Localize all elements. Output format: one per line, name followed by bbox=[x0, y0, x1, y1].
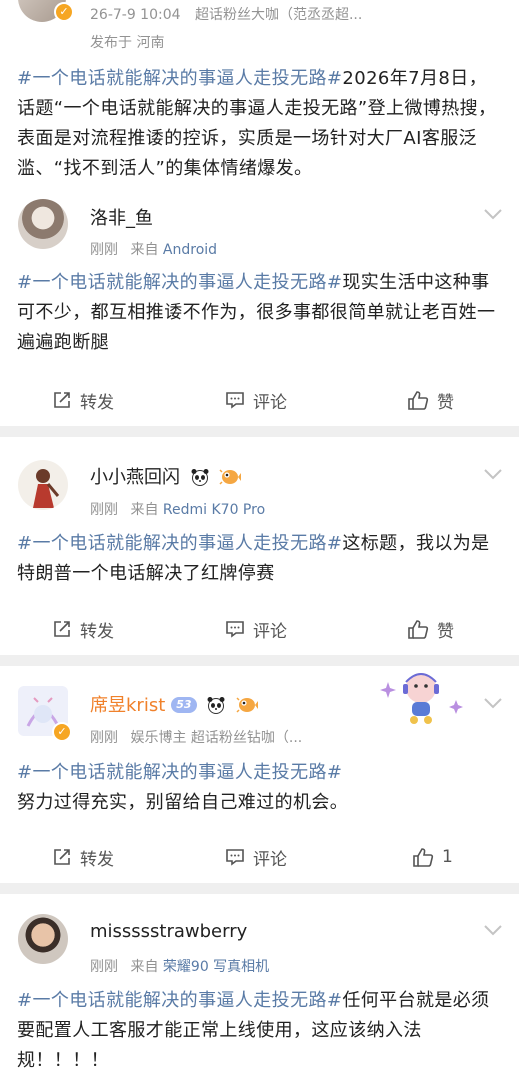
comment-body: #一个电话就能解决的事逼人走投无路#任何平台就是必须要配置人工客服才能正常上线使… bbox=[17, 986, 505, 1076]
comment-source[interactable]: 荣耀90 写真相机 bbox=[163, 959, 269, 975]
like-count: 1 bbox=[442, 847, 453, 867]
level-badge: 53 bbox=[171, 697, 197, 713]
decoration-sticker bbox=[376, 664, 466, 726]
like-label: 赞 bbox=[437, 392, 454, 413]
comment-time: 刚刚 bbox=[90, 502, 118, 518]
comment-body: #一个电话就能解决的事逼人走投无路# 努力过得充实，别留给自己难过的机会。 bbox=[17, 758, 505, 818]
repost-button[interactable]: 转发 bbox=[52, 606, 114, 652]
comment-author-name[interactable]: 洛非_鱼 bbox=[90, 204, 153, 230]
avatar[interactable] bbox=[18, 914, 68, 964]
verified-badge-icon: ✓ bbox=[52, 722, 72, 742]
comment-label: 评论 bbox=[253, 849, 287, 870]
avatar[interactable] bbox=[18, 199, 68, 249]
comment-hashtag[interactable]: #一个电话就能解决的事逼人走投无路# bbox=[17, 533, 342, 554]
like-icon bbox=[408, 391, 429, 410]
chevron-down-icon[interactable] bbox=[483, 468, 503, 482]
post-timestamp: 26-7-9 10:04 bbox=[90, 7, 181, 23]
chevron-down-icon[interactable] bbox=[483, 697, 503, 711]
comment-button[interactable]: 评论 bbox=[225, 606, 287, 652]
like-button[interactable]: 1 bbox=[412, 834, 453, 880]
pufferfish-emoji-icon bbox=[236, 696, 259, 719]
repost-button[interactable]: 转发 bbox=[52, 377, 114, 423]
author-name-text: 小小燕回闪 bbox=[90, 467, 180, 488]
comment-label: 评论 bbox=[253, 621, 287, 642]
post-meta-line: 26-7-9 10:04 超话粉丝大咖（范丞丞超... bbox=[90, 4, 362, 24]
comment-label: 评论 bbox=[253, 392, 287, 413]
comment-icon bbox=[226, 621, 244, 638]
comment-body: #一个电话就能解决的事逼人走投无路#现实生活中这种事可不少，都互相推诿不作为，很… bbox=[17, 268, 505, 358]
repost-label: 转发 bbox=[80, 392, 114, 413]
panda-emoji-icon bbox=[206, 696, 226, 719]
comment-time: 刚刚 bbox=[90, 959, 118, 975]
verified-badge-icon: ✓ bbox=[54, 2, 74, 22]
separator bbox=[0, 426, 519, 437]
repost-icon bbox=[54, 392, 70, 408]
comment-tags: 娱乐博主 超话粉丝钻咖（... bbox=[130, 730, 303, 746]
avatar[interactable] bbox=[18, 460, 68, 510]
separator bbox=[0, 883, 519, 894]
source-prefix: 来自 bbox=[130, 502, 159, 518]
comment-time: 刚刚 bbox=[90, 730, 118, 746]
like-button[interactable]: 赞 bbox=[407, 606, 454, 652]
post-group[interactable]: 超话粉丝大咖（范丞丞超... bbox=[195, 7, 362, 23]
comment-meta: 刚刚 来自 Android bbox=[90, 239, 217, 259]
like-button[interactable]: 赞 bbox=[407, 377, 454, 423]
comment-author-name[interactable]: missssstrawberry bbox=[90, 921, 247, 942]
chevron-down-icon[interactable] bbox=[483, 924, 503, 938]
post-body: #一个电话就能解决的事逼人走投无路#2026年7月8日，话题“一个电话就能解决的… bbox=[17, 64, 505, 184]
chevron-down-icon[interactable] bbox=[483, 208, 503, 222]
comment-author-name[interactable]: 席昱krist 53 bbox=[90, 691, 259, 719]
comment-source[interactable]: Android bbox=[163, 242, 217, 258]
comment-body: #一个电话就能解决的事逼人走投无路#这标题，我以为是特朗普一个电话解决了红牌停赛 bbox=[17, 529, 505, 589]
comment-hashtag[interactable]: #一个电话就能解决的事逼人走投无路# bbox=[17, 272, 342, 293]
source-prefix: 来自 bbox=[130, 242, 159, 258]
comment-meta: 刚刚 来自 Redmi K70 Pro bbox=[90, 499, 265, 519]
like-icon bbox=[413, 848, 434, 867]
repost-label: 转发 bbox=[80, 849, 114, 870]
comment-icon bbox=[226, 392, 244, 409]
comment-actions: 转发 评论 赞 bbox=[0, 606, 519, 652]
comment-meta: 刚刚 来自 荣耀90 写真相机 bbox=[90, 956, 269, 976]
panda-emoji-icon bbox=[190, 468, 210, 491]
like-label: 赞 bbox=[437, 621, 454, 642]
comment-icon bbox=[226, 849, 244, 866]
repost-icon bbox=[54, 621, 70, 637]
comment-actions: 转发 评论 1 bbox=[0, 834, 519, 880]
pufferfish-emoji-icon bbox=[219, 468, 242, 491]
source-prefix: 来自 bbox=[130, 959, 159, 975]
post-hashtag[interactable]: #一个电话就能解决的事逼人走投无路# bbox=[17, 68, 342, 89]
comment-source[interactable]: Redmi K70 Pro bbox=[163, 502, 265, 518]
comment-button[interactable]: 评论 bbox=[225, 834, 287, 880]
repost-icon bbox=[54, 849, 70, 865]
comment-author-name[interactable]: 小小燕回闪 bbox=[90, 463, 242, 491]
comment-time: 刚刚 bbox=[90, 242, 118, 258]
repost-button[interactable]: 转发 bbox=[52, 834, 114, 880]
comment-text: 努力过得充实，别留给自己难过的机会。 bbox=[17, 792, 349, 813]
comment-hashtag[interactable]: #一个电话就能解决的事逼人走投无路# bbox=[17, 990, 342, 1011]
author-name-text: 席昱krist bbox=[90, 695, 166, 716]
post-location: 发布于 河南 bbox=[90, 35, 165, 51]
comment-hashtag[interactable]: #一个电话就能解决的事逼人走投无路# bbox=[17, 762, 342, 783]
comment-button[interactable]: 评论 bbox=[225, 377, 287, 423]
like-icon bbox=[408, 620, 429, 639]
repost-label: 转发 bbox=[80, 621, 114, 642]
comment-actions: 转发 评论 赞 bbox=[0, 377, 519, 423]
comment-meta: 刚刚 娱乐博主 超话粉丝钻咖（... bbox=[90, 727, 302, 747]
